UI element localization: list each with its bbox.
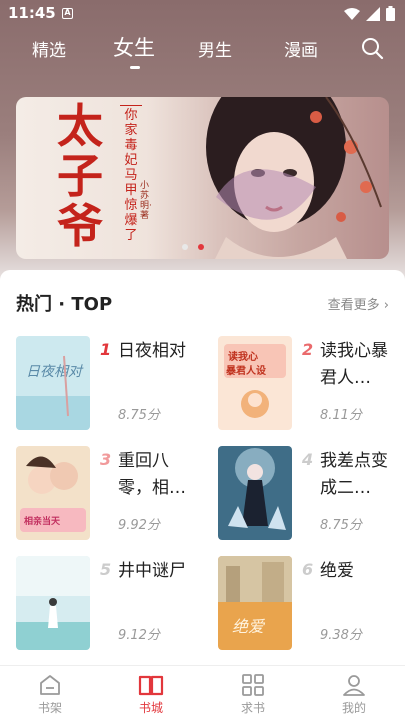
carousel-dots [182,244,204,250]
svg-text:绝爱: 绝爱 [232,617,266,636]
nav-request-book[interactable]: 求书 [223,672,283,716]
book-cover: 日夜相对 [16,336,90,430]
person-icon [343,675,365,696]
book-item[interactable]: 读我心 暴君人设 2 读我心暴君人… 8.11分 [218,336,398,431]
book-rank: 3 [100,450,112,469]
tab-featured[interactable]: 精选 [32,36,66,61]
banner-carousel[interactable]: 太 子 爷 你 家 毒 妃 马 甲 惊 爆 了 小苏明·著 [16,97,389,259]
grid-icon [242,674,264,696]
book-score: 9.38分 [320,628,362,643]
tab-male[interactable]: 男生 [198,36,232,61]
search-icon[interactable] [360,36,384,60]
see-more-link[interactable]: 查看更多 › [328,294,389,313]
book-title: 井中谜尸 [118,561,186,581]
book-rank: 4 [302,450,314,469]
book-score: 9.12分 [118,628,160,643]
status-time: 11:45 [8,4,56,22]
book-cover: 读我心 暴君人设 [218,336,292,430]
book-item[interactable]: 日夜相对 1 日夜相对 8.75分 [16,336,196,431]
book-title: 重回八零，相… [118,451,186,498]
book-rank: 2 [302,340,314,359]
book-title: 日夜相对 [118,341,186,361]
book-cover: 绝爱 [218,556,292,650]
tab-comics[interactable]: 漫画 [284,36,318,61]
bottom-navigation: 书架 书城 求书 我的 [0,665,405,720]
status-bar: 11:45 A [0,0,405,30]
signal-icon [366,6,380,21]
svg-text:日夜相对: 日夜相对 [26,364,84,380]
bookshelf-icon [40,675,60,695]
open-book-icon [138,675,164,696]
book-title: 读我心暴君人… [320,341,388,388]
svg-text:暴君人设: 暴君人设 [225,364,266,377]
svg-text:相亲当天: 相亲当天 [24,515,61,527]
banner-author: 小苏明·著 [140,181,152,221]
book-title: 绝爱 [320,561,354,581]
book-score: 9.92分 [118,518,160,533]
book-score: 8.75分 [320,518,362,533]
notification-icon: A [62,8,73,19]
banner-title: 太 子 爷 [57,99,103,253]
book-item[interactable]: 5 井中谜尸 9.12分 [16,556,196,651]
nav-bookstore[interactable]: 书城 [121,672,181,716]
chevron-right-icon: › [383,298,389,313]
book-item[interactable]: 相亲当天 3 重回八零，相… 9.92分 [16,446,196,541]
wifi-icon [344,7,360,20]
book-title: 我差点变成二… [320,451,388,498]
tab-female[interactable]: 女生 [113,32,155,62]
book-item[interactable]: 4 我差点变成二… 8.75分 [218,446,398,541]
battery-icon [386,6,395,21]
book-cover [16,556,90,650]
book-cover: 相亲当天 [16,446,90,540]
book-score: 8.11分 [320,408,362,423]
carousel-dot-active[interactable] [198,244,204,250]
book-score: 8.75分 [118,408,160,423]
carousel-dot[interactable] [182,244,188,250]
section-title: 热门 · TOP [16,294,113,315]
active-tab-indicator [130,66,140,69]
banner-subtitle: 你 家 毒 妃 马 甲 惊 爆 了 [120,105,142,243]
nav-bookshelf[interactable]: 书架 [20,672,80,716]
banner-illustration [206,97,382,259]
nav-profile[interactable]: 我的 [324,672,384,716]
book-rank: 5 [100,560,112,579]
hot-top-section: 热门 · TOP 查看更多 › 日夜相对 1 日夜相对 8.75分 读我心 暴君… [0,270,405,665]
book-cover [218,446,292,540]
svg-text:读我心: 读我心 [228,350,258,363]
top-tabs: 精选 女生 男生 漫画 [0,30,405,66]
book-item[interactable]: 绝爱 6 绝爱 9.38分 [218,556,398,651]
book-rank: 6 [302,560,314,579]
book-rank: 1 [100,340,112,359]
